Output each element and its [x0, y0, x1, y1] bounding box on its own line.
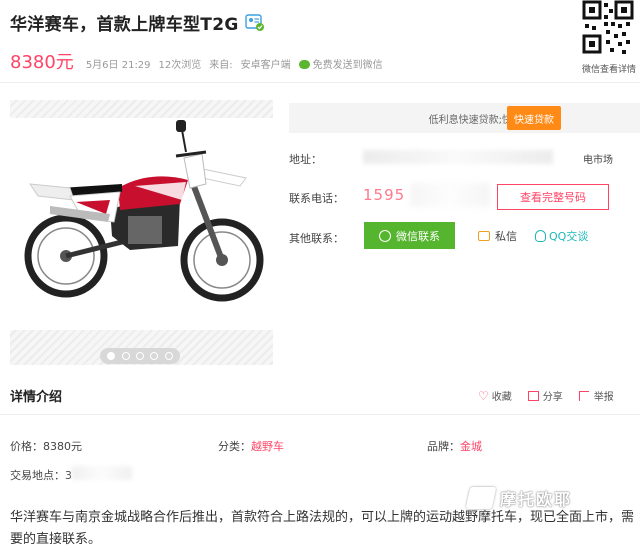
- spec-brand: 品牌：金城: [427, 438, 482, 454]
- private-message-label: 私信: [495, 230, 517, 243]
- gallery-dot[interactable]: [135, 352, 144, 360]
- spec-brand-value[interactable]: 金城: [460, 440, 482, 453]
- private-message-link[interactable]: 私信: [478, 228, 517, 244]
- qq-icon: [535, 230, 546, 242]
- wechat-contact-button[interactable]: 微信联系: [364, 222, 455, 249]
- listing-description: 华洋赛车与南京金城战略合作后推出，首款符合上路法规的，可以上牌的运动越野摩托车，…: [10, 510, 635, 547]
- listing-price: 8380元: [10, 52, 74, 73]
- spec-brand-label: 品牌：: [427, 440, 460, 453]
- spec-price-value: 8380元: [43, 440, 82, 453]
- source-client: 安卓客户端: [240, 60, 291, 71]
- listing-title: 华洋赛车，首款上牌车型T2G: [10, 15, 239, 35]
- message-icon: [478, 231, 490, 241]
- gallery-dot[interactable]: [107, 352, 116, 360]
- gallery-dot[interactable]: [121, 352, 130, 360]
- photo-gallery[interactable]: [10, 100, 273, 365]
- address-label: 地址：: [289, 153, 322, 166]
- listing-title-row: 华洋赛车，首款上牌车型T2G: [10, 10, 265, 35]
- post-date: 5月6日 21:29: [85, 60, 151, 71]
- spec-category: 分类：越野车: [218, 438, 284, 454]
- gallery-pager[interactable]: [100, 348, 180, 364]
- share-icon: [527, 390, 539, 401]
- share-label: 分享: [542, 392, 563, 403]
- verified-id-icon[interactable]: [244, 13, 265, 32]
- qq-chat-label: QQ交谈: [549, 230, 589, 243]
- send-to-wechat-link[interactable]: 免费发送到微信: [298, 56, 383, 71]
- address-redaction: [363, 150, 553, 164]
- spec-category-value[interactable]: 越野车: [251, 440, 284, 453]
- divider: [0, 414, 640, 415]
- spec-location: 交易地点：3: [10, 467, 72, 483]
- details-heading: 详情介绍: [10, 390, 63, 405]
- send-to-wechat-label: 免费发送到微信: [312, 60, 383, 71]
- spec-price: 价格：8380元: [10, 438, 82, 454]
- watermark: 摩托欧耶: [465, 486, 573, 510]
- watermark-text: 摩托欧耶: [500, 490, 573, 509]
- spec-category-label: 分类：: [218, 440, 251, 453]
- loan-banner: 低利息快速贷款;快速！靠谱！: [289, 103, 640, 133]
- favorite-button[interactable]: ♡ 收藏: [478, 388, 512, 404]
- report-button[interactable]: 举报: [578, 388, 614, 403]
- other-contact-label: 其他联系：: [289, 232, 344, 245]
- spec-location-value: 3: [65, 469, 72, 482]
- listing-meta: 8380元 5月6日 21:29 12次浏览 来自: 安卓客户端 免费发送到微信: [10, 48, 383, 74]
- location-redaction: [72, 466, 132, 480]
- source-label: 来自:: [209, 60, 233, 71]
- motorcycle-photo[interactable]: [10, 118, 273, 330]
- wechat-icon: [298, 60, 310, 69]
- view-count: 12次浏览: [158, 60, 202, 71]
- qr-code-icon: [582, 0, 634, 56]
- share-button[interactable]: 分享: [527, 388, 563, 403]
- wechat-contact-label: 微信联系: [396, 229, 440, 243]
- watermark-logo-icon: [465, 487, 497, 509]
- divider: [0, 82, 640, 83]
- gallery-dot[interactable]: [164, 352, 173, 360]
- qr-caption: 微信查看详情: [582, 65, 637, 75]
- wechat-icon: [379, 229, 391, 242]
- quick-loan-button[interactable]: 快速贷款: [507, 106, 561, 130]
- qr-panel: 微信查看详情: [582, 0, 640, 75]
- flag-icon: [578, 390, 589, 401]
- view-full-number-button[interactable]: 查看完整号码: [497, 184, 609, 210]
- phone-label: 联系电话：: [289, 192, 344, 205]
- phone-value: 1595: [363, 186, 406, 204]
- report-label: 举报: [593, 392, 614, 403]
- spec-price-label: 价格：: [10, 440, 43, 453]
- qq-chat-link[interactable]: QQ交谈: [535, 228, 588, 244]
- phone-redaction: [410, 183, 490, 207]
- heart-icon: ♡: [478, 388, 489, 403]
- spec-location-label: 交易地点：: [10, 469, 65, 482]
- favorite-label: 收藏: [491, 392, 512, 403]
- details-actions: ♡ 收藏 分享 举报: [478, 388, 614, 404]
- gallery-dot[interactable]: [150, 352, 159, 360]
